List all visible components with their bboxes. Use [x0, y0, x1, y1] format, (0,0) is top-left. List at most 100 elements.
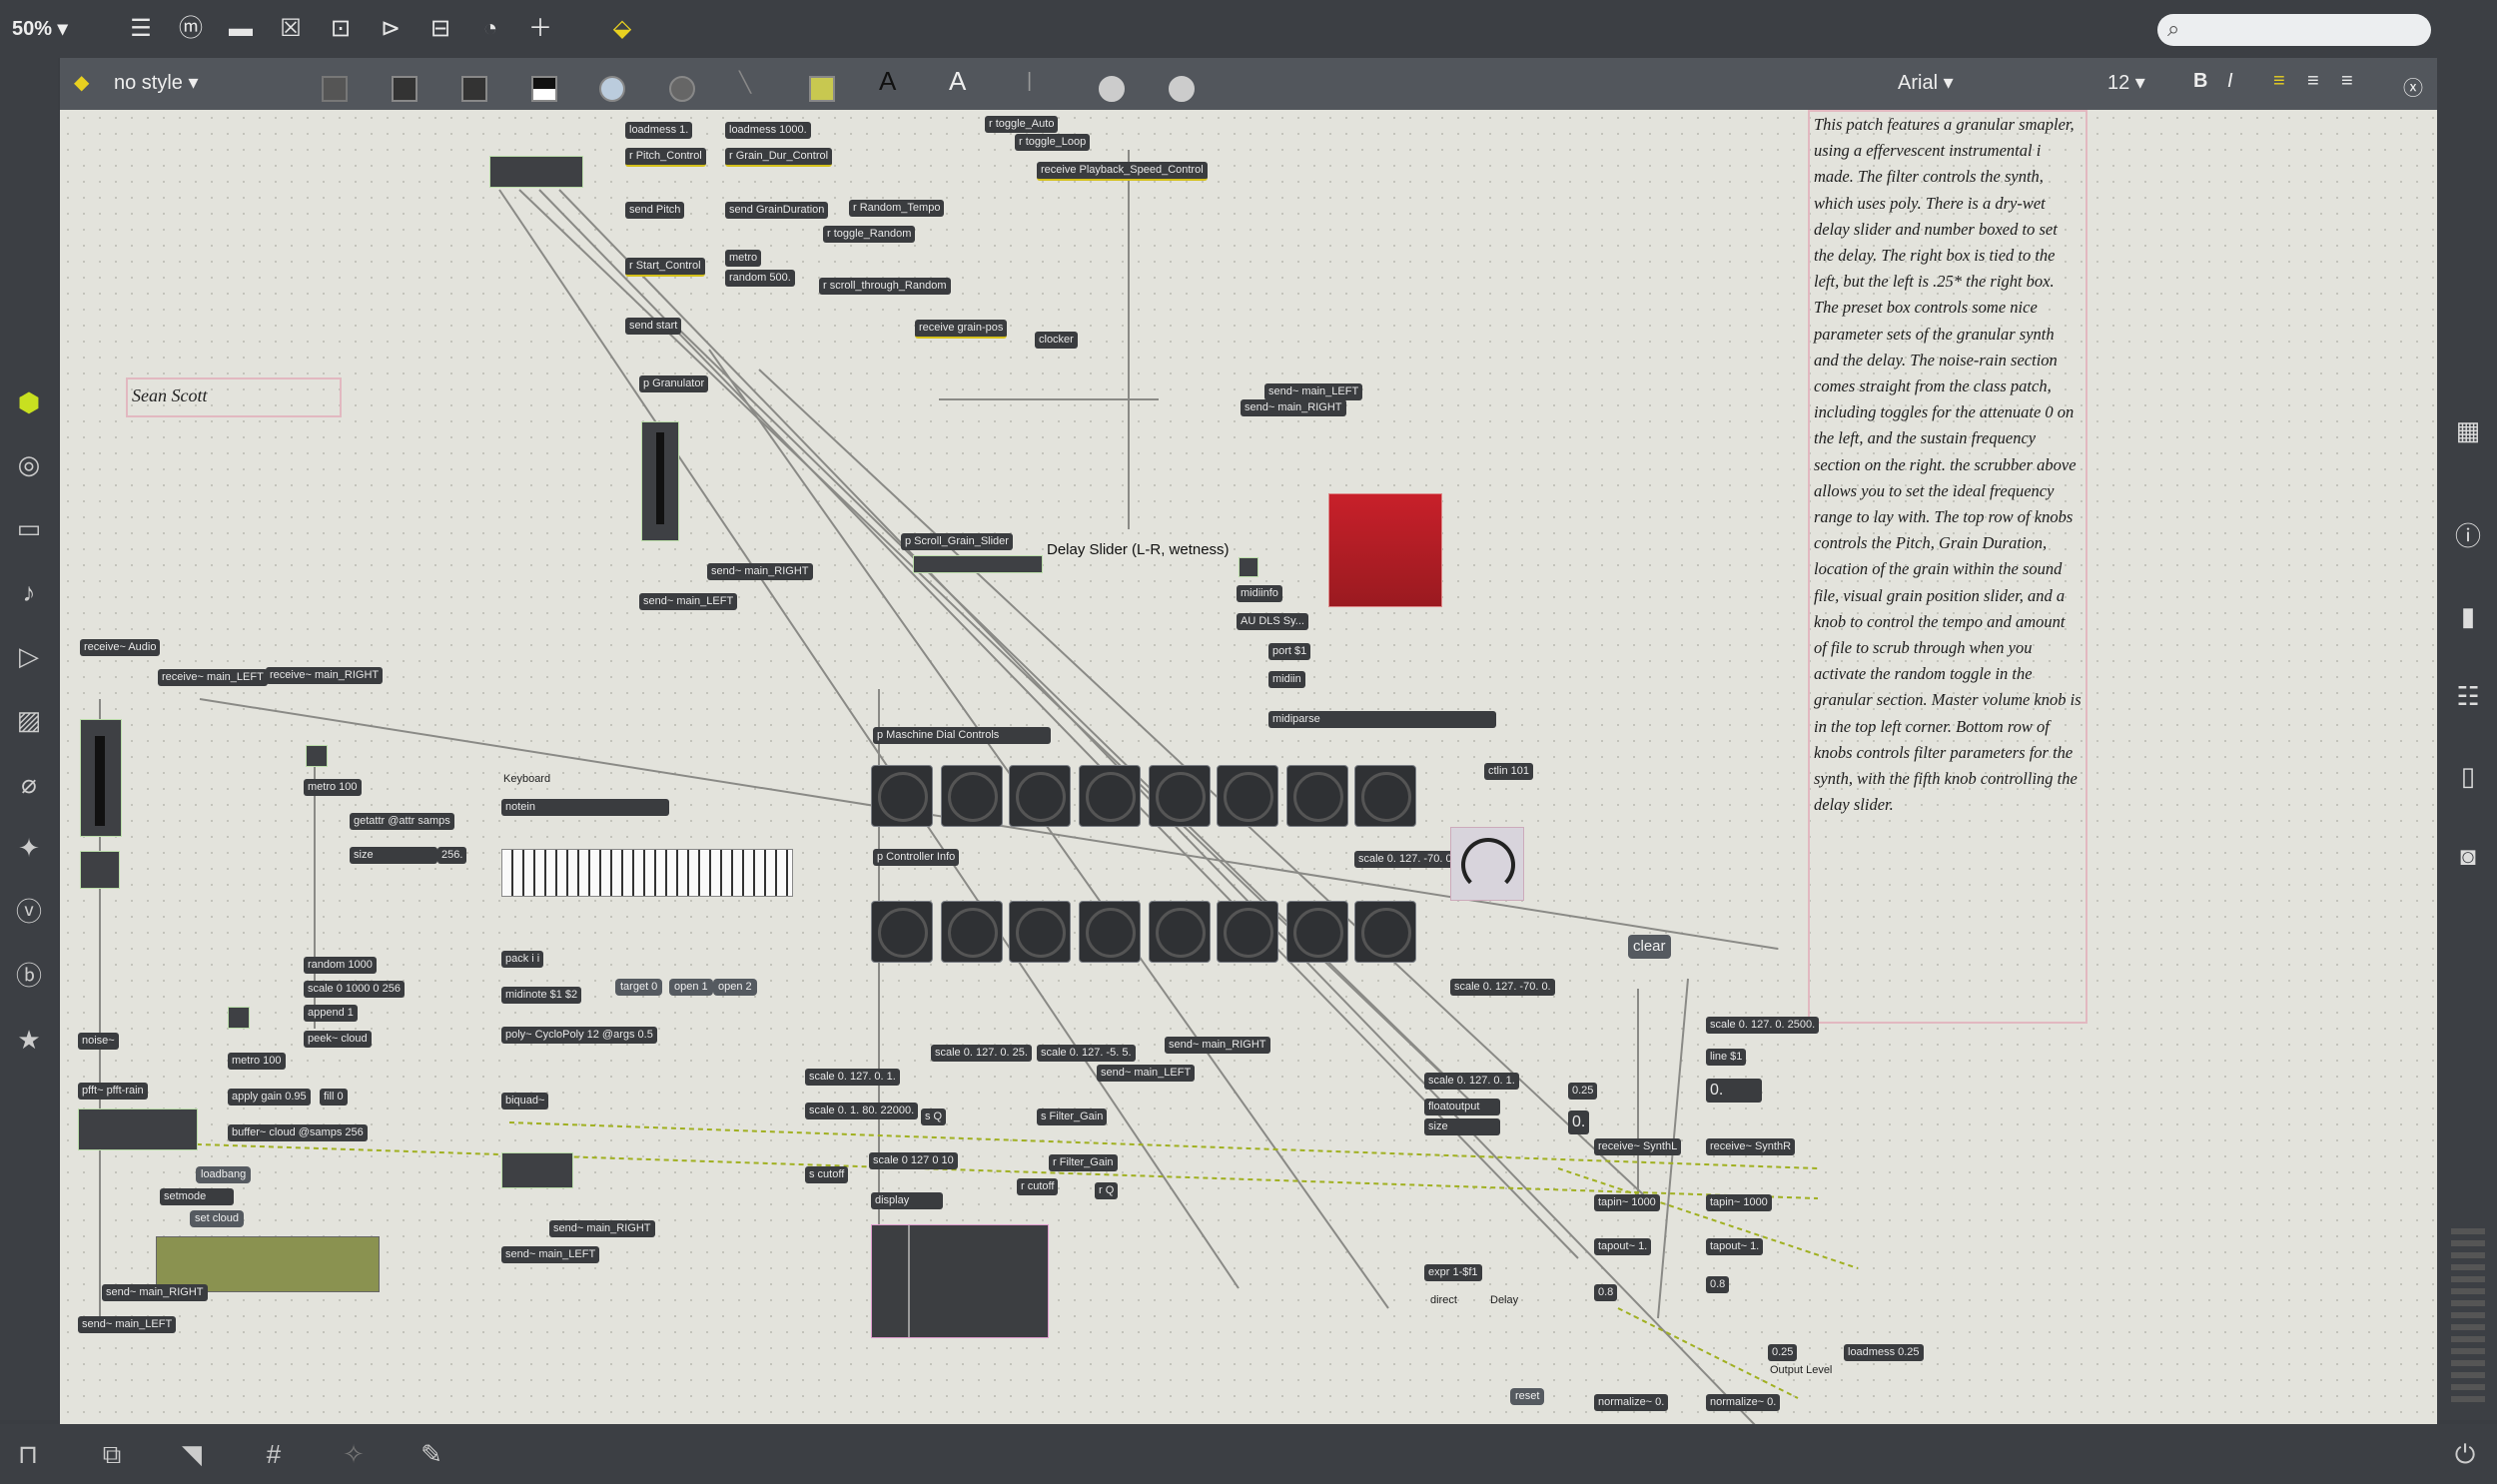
patcher-list-icon[interactable]: ☰	[124, 14, 158, 44]
info-icon[interactable]: ⓘ	[2451, 519, 2485, 553]
send-main-left[interactable]: send~ main_LEFT	[1264, 383, 1363, 400]
selection-color-swatch[interactable]	[809, 76, 835, 102]
r-cutoff[interactable]: r cutoff	[1017, 1178, 1059, 1195]
panel-icon[interactable]: ⊟	[423, 14, 457, 44]
receive-main-left[interactable]: receive~ main_LEFT	[158, 669, 268, 686]
midi-toggle[interactable]	[1239, 557, 1258, 577]
synth-gain-slider[interactable]	[501, 1152, 573, 1188]
grain-position-slider[interactable]	[913, 555, 1043, 573]
metro-obj[interactable]: metro	[725, 250, 762, 267]
line-obj[interactable]: line $1	[1706, 1049, 1747, 1066]
presentation-icon[interactable]: ⧉	[94, 1436, 130, 1472]
send-main-right[interactable]: send~ main_RIGHT	[707, 563, 813, 580]
text-highlight-icon[interactable]: A	[949, 66, 966, 97]
r-grain-dur-control[interactable]: r Grain_Dur_Control	[725, 148, 833, 167]
grid-toggle-icon[interactable]: #	[256, 1436, 292, 1472]
bpatcher-icon[interactable]: ⓑ	[12, 959, 46, 993]
dial-knob[interactable]	[1217, 765, 1278, 827]
rain-gain-slider[interactable]	[78, 1109, 198, 1150]
font-size-dropdown[interactable]: 12 ▾	[2107, 70, 2145, 95]
image-icon[interactable]: ▨	[12, 703, 46, 737]
size-number[interactable]: 256.	[437, 847, 467, 864]
grain-location-knob[interactable]	[1009, 765, 1071, 827]
filter-knob[interactable]	[1079, 901, 1141, 963]
receive-audio[interactable]: receive~ Audio	[80, 639, 161, 656]
receive-main-right[interactable]: receive~ main_RIGHT	[266, 667, 384, 684]
granulator-gain-slider[interactable]	[641, 421, 679, 541]
size-obj[interactable]: size	[1424, 1118, 1500, 1135]
tapin-obj[interactable]: tapin~ 1000	[1594, 1194, 1660, 1211]
send-main-left[interactable]: send~ main_LEFT	[639, 593, 738, 610]
feedback-number[interactable]: 0.8	[1706, 1276, 1730, 1293]
scale-obj[interactable]: scale 0. 127. 0. 1.	[805, 1069, 900, 1086]
add-object-icon[interactable]: ＋	[523, 14, 557, 44]
send-main-right[interactable]: send~ main_RIGHT	[102, 1284, 208, 1301]
browser-icon[interactable]: ▭	[12, 511, 46, 545]
midiin-obj[interactable]: midiin	[1268, 671, 1305, 688]
vst-icon[interactable]: ⓥ	[12, 895, 46, 929]
midinote-obj[interactable]: midinote $1 $2	[501, 987, 582, 1004]
power-icon[interactable]: ⏻	[2447, 1436, 2483, 1472]
delay-left-number[interactable]: 0.	[1568, 1111, 1590, 1134]
font-dropdown[interactable]: Arial ▾	[1898, 70, 1954, 95]
peek-cloud[interactable]: peek~ cloud	[304, 1031, 372, 1048]
p-granulator[interactable]: p Granulator	[639, 375, 709, 392]
clear-button[interactable]: clear	[1628, 935, 1671, 959]
preset-box[interactable]	[489, 156, 583, 188]
list-icon[interactable]: ☷	[2451, 679, 2485, 713]
noise-obj[interactable]: noise~	[78, 1033, 119, 1050]
s-cutoff[interactable]: s cutoff	[805, 1166, 849, 1183]
accent-color-swatch[interactable]	[599, 76, 625, 102]
send-main-left[interactable]: send~ main_LEFT	[1097, 1065, 1196, 1082]
italic-button[interactable]: I	[2227, 70, 2233, 93]
receive-synth-r[interactable]: receive~ SynthR	[1706, 1138, 1796, 1155]
p-controller-info[interactable]: p Controller Info	[873, 849, 960, 866]
scale-cloud[interactable]: scale 0 1000 0 256	[304, 981, 405, 998]
comment-bubble-icon[interactable]: ◥	[174, 1436, 210, 1472]
filter-knob[interactable]	[1354, 901, 1416, 963]
zoom-dropdown[interactable]: 50% ▾	[12, 16, 68, 41]
open1-message[interactable]: open 1	[669, 979, 713, 996]
zoom-slider[interactable]	[2451, 1228, 2485, 1408]
pack-obj[interactable]: pack i i	[501, 951, 544, 968]
delay-number-box[interactable]: 0.	[1706, 1079, 1762, 1103]
element-color-swatch[interactable]	[669, 76, 695, 102]
tapin-obj[interactable]: tapin~ 1000	[1706, 1194, 1772, 1211]
comment-icon[interactable]: ▬	[224, 14, 258, 44]
send-main-right[interactable]: send~ main_RIGHT	[1241, 399, 1346, 416]
filter-graph[interactable]	[871, 1224, 1049, 1338]
puzzle-icon[interactable]: ✦	[12, 831, 46, 865]
notein-obj[interactable]: notein	[501, 799, 669, 816]
author-comment-box[interactable]: Sean Scott	[126, 377, 342, 417]
bold-button[interactable]: B	[2193, 70, 2207, 93]
scale-obj[interactable]: scale 0. 127. -5. 5.	[1037, 1045, 1136, 1062]
expr-obj[interactable]: expr 1-$f1	[1424, 1264, 1482, 1281]
send-main-right[interactable]: send~ main_RIGHT	[1165, 1037, 1270, 1054]
message-icon[interactable]: ⓜ	[174, 14, 208, 44]
line-style-icon[interactable]: ╲	[739, 70, 751, 95]
metro-100[interactable]: metro 100	[228, 1053, 286, 1070]
p-scroll-grain-slider[interactable]: p Scroll_Grain_Slider	[901, 533, 1013, 550]
dial-knob[interactable]	[1286, 765, 1348, 827]
feedback-number[interactable]: 0.8	[1594, 1284, 1618, 1301]
dac-speaker-icon[interactable]	[80, 851, 120, 889]
midi-device-menu[interactable]: AU DLS Sy...	[1237, 613, 1308, 630]
r-pitch-control[interactable]: r Pitch_Control	[625, 148, 706, 167]
r-scroll-through-random[interactable]: r scroll_through_Random	[819, 278, 951, 295]
scale-obj[interactable]: scale 0. 127. 0. 25.	[931, 1045, 1032, 1062]
music-icon[interactable]: ♪	[12, 575, 46, 609]
p-maschine-dial-controls[interactable]: p Maschine Dial Controls	[873, 727, 1051, 744]
send-main-left[interactable]: send~ main_LEFT	[78, 1316, 177, 1333]
package-icon[interactable]: ⬢	[12, 385, 46, 419]
close-icon[interactable]: ⓧ	[2403, 72, 2423, 101]
patcher-canvas[interactable]: Sean Scott This patch features a granula…	[60, 110, 2437, 1424]
master-gain-slider[interactable]	[80, 719, 122, 837]
tapout-obj[interactable]: tapout~ 1.	[1594, 1238, 1652, 1255]
border-color-swatch[interactable]	[461, 76, 487, 102]
align-right-icon[interactable]: ≡	[2341, 70, 2353, 93]
scale-obj[interactable]: scale 0. 127. -70. 0.	[1450, 979, 1555, 996]
filter-knob[interactable]	[941, 901, 1003, 963]
receive-synth-l[interactable]: receive~ SynthL	[1594, 1138, 1682, 1155]
apply-gain-obj[interactable]: apply gain 0.95	[228, 1089, 311, 1106]
random-obj[interactable]: random 500.	[725, 270, 795, 287]
